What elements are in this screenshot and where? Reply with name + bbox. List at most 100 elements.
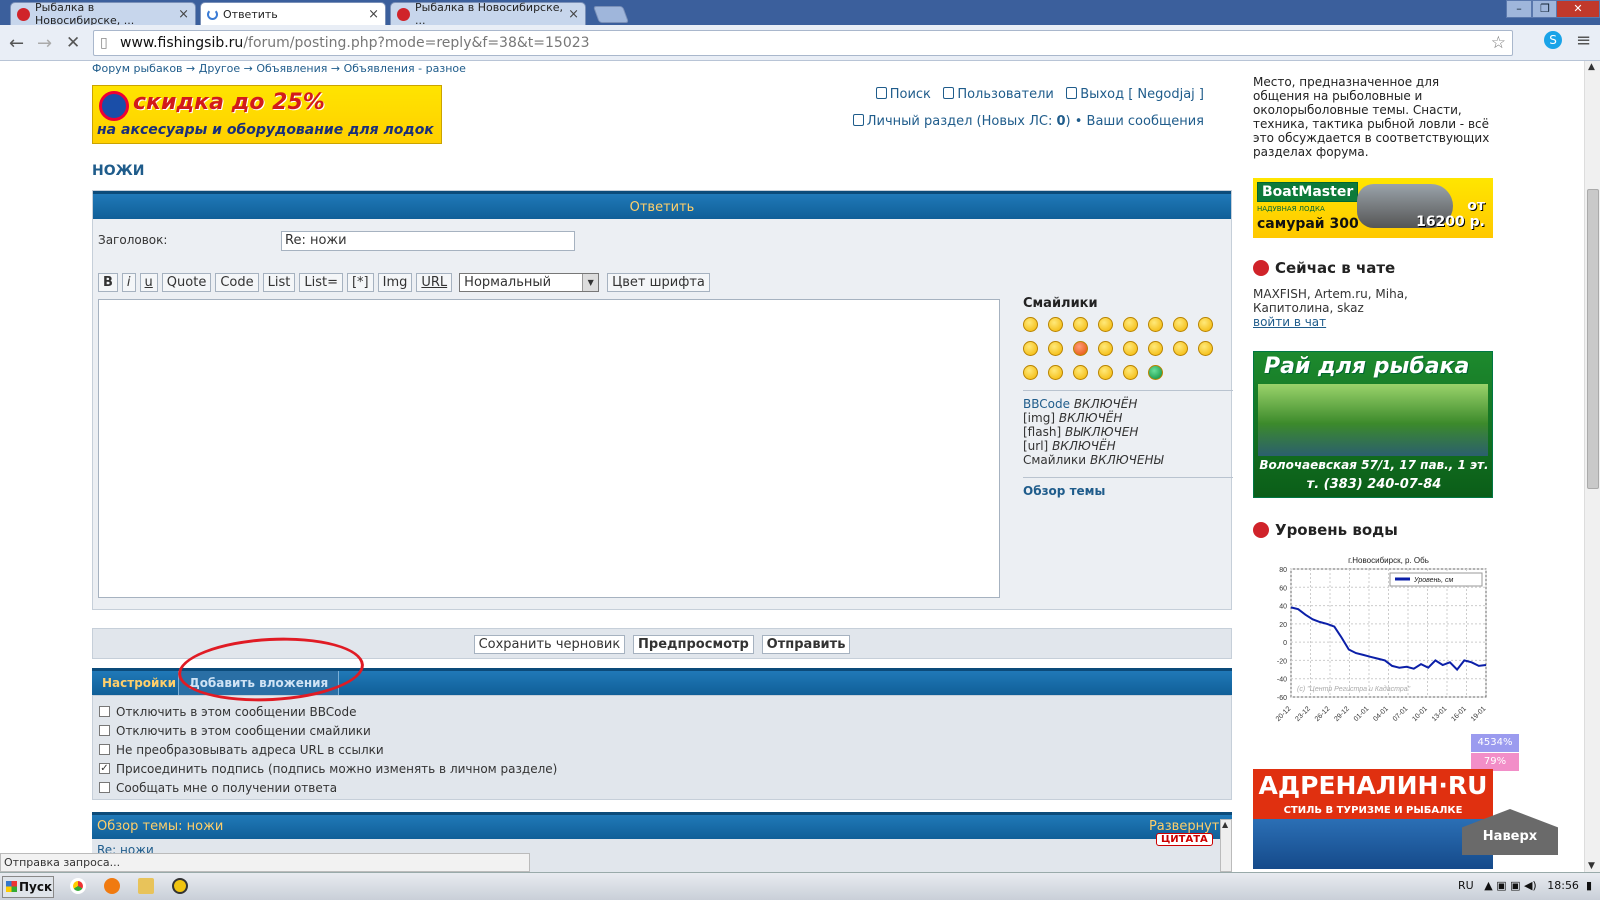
checkbox[interactable] (99, 744, 110, 755)
option-disable-bbcode[interactable]: Отключить в этом сообщении BBCode (93, 702, 1231, 721)
chart-annotation: (c) "Центр Регистра и Кадастра" (1297, 685, 1411, 693)
users-link[interactable]: Пользователи (943, 87, 1054, 102)
address-bar[interactable]: ▯ www.fishingsib.ru/forum/posting.php?mo… (93, 30, 1513, 56)
option-attach-signature[interactable]: ✓ Присоединить подпись (подпись можно изм… (93, 759, 1231, 778)
smiley-question-icon[interactable] (1048, 365, 1063, 380)
smiley-eek-icon[interactable] (1123, 317, 1138, 332)
browser-tab-1[interactable]: Рыбалка в Новосибирске, ... × (10, 1, 196, 27)
topic-title[interactable]: НОЖИ (92, 163, 144, 179)
personal-section-link[interactable]: Личный раздел (Новых ЛС: 0) (852, 114, 1071, 129)
my-posts-link[interactable]: Ваши сообщения (1087, 114, 1204, 129)
app-taskbar-icon[interactable] (172, 878, 188, 894)
forward-arrow-icon[interactable]: → (37, 33, 52, 54)
smiley-evil-icon[interactable] (1123, 341, 1138, 356)
minimize-window-button[interactable]: – (1506, 0, 1532, 18)
smiley-idea-icon[interactable] (1073, 365, 1088, 380)
y-tick-label: 20 (1279, 622, 1287, 629)
ordered-list-button[interactable]: List= (299, 273, 343, 292)
smiley-razz-icon[interactable] (1048, 341, 1063, 356)
logout-link[interactable]: Выход [ Negodjaj ] (1066, 87, 1204, 102)
italic-button[interactable]: i (121, 273, 136, 292)
smiley-surprised-icon[interactable] (1098, 317, 1113, 332)
chrome-taskbar-icon[interactable] (70, 878, 86, 894)
url-button[interactable]: URL (416, 273, 453, 292)
font-color-button[interactable]: Цвет шрифта (607, 273, 710, 292)
join-chat-link[interactable]: войти в чат (1253, 315, 1493, 329)
boatmaster-banner[interactable]: BoatMaster НАДУВНАЯ ЛОДКА самурай 300 от… (1253, 178, 1493, 238)
search-link[interactable]: Поиск (875, 87, 931, 102)
image-button[interactable]: Img (377, 273, 413, 292)
rai-dlya-rybaka-banner[interactable]: Рай для рыбака Волочаевская 57/1, 17 пав… (1253, 351, 1493, 498)
maximize-window-button[interactable]: ❐ (1532, 0, 1558, 18)
checkbox[interactable] (99, 782, 110, 793)
submit-button[interactable]: Отправить (761, 635, 851, 654)
smiley-arrow-icon[interactable] (1098, 365, 1113, 380)
firefox-taskbar-icon[interactable] (104, 878, 120, 894)
smiley-sad-icon[interactable] (1073, 317, 1088, 332)
checkbox[interactable] (99, 725, 110, 736)
smiley-rolleyes-icon[interactable] (1173, 341, 1188, 356)
smiley-laugh-icon[interactable] (1023, 317, 1038, 332)
tab-settings[interactable]: Настройки (92, 671, 186, 695)
scrollbar-thumb[interactable] (1587, 189, 1599, 489)
code-button[interactable]: Code (215, 273, 259, 292)
quote-button[interactable]: Quote (161, 273, 212, 292)
adrenalin-banner[interactable]: АДРЕНАЛИН·RU СТИЛЬ В ТУРИЗМЕ И РЫБАЛКЕ (1253, 769, 1493, 869)
start-button[interactable]: Пуск (2, 876, 54, 898)
close-window-button[interactable]: ✕ (1556, 0, 1600, 18)
smiley-confused-icon[interactable] (1148, 317, 1163, 332)
smiley-cry-icon[interactable] (1123, 365, 1138, 380)
message-textarea[interactable] (98, 299, 1000, 598)
back-arrow-icon[interactable]: ← (9, 33, 24, 54)
option-no-url-parse[interactable]: Не преобразовывать адреса URL в ссылки (93, 740, 1231, 759)
smiley-exclaim-icon[interactable] (1023, 365, 1038, 380)
smiley-mad-icon[interactable] (1023, 341, 1038, 356)
browser-menu-icon[interactable]: ≡ (1576, 30, 1591, 51)
smiley-wink-icon[interactable] (1198, 341, 1213, 356)
explorer-folder-icon[interactable] (138, 878, 154, 894)
scroll-up-icon[interactable]: ▲ (1222, 820, 1228, 829)
new-tab-button[interactable] (592, 6, 630, 23)
language-indicator[interactable]: RU (1458, 879, 1474, 892)
skype-extension-icon[interactable]: S (1544, 31, 1562, 49)
browser-tab-2[interactable]: Ответить × (200, 2, 386, 25)
smiley-neutral-icon[interactable] (1098, 341, 1113, 356)
smiley-mrgreen-icon[interactable] (1148, 365, 1163, 380)
smiley-cool-icon[interactable] (1173, 317, 1188, 332)
subject-input[interactable]: Re: ножи (281, 231, 575, 251)
browser-tab-3[interactable]: Рыбалка в Новосибирске, ... × (390, 1, 586, 27)
list-item-button[interactable]: [*] (346, 273, 374, 292)
x-tick-label: 13-01 (1431, 705, 1449, 723)
option-notify-reply[interactable]: Сообщать мне о получении ответа (93, 778, 1231, 797)
discount-banner[interactable]: скидка до 25% на аксесуары и оборудовани… (92, 85, 442, 144)
breadcrumb[interactable]: Форум рыбаков → Другое → Объявления → Об… (92, 62, 466, 75)
option-disable-smileys[interactable]: Отключить в этом сообщении смайлики (93, 721, 1231, 740)
scroll-down-icon[interactable]: ▼ (1588, 861, 1595, 871)
font-size-select[interactable]: Нормальный ▼ (459, 273, 600, 292)
topic-review-link[interactable]: Обзор темы (1023, 484, 1233, 498)
save-draft-button[interactable]: Сохранить черновик (473, 635, 626, 654)
rai-title: Рай для рыбака (1264, 354, 1470, 379)
list-button[interactable]: List (262, 273, 296, 292)
smiley-twisted-icon[interactable] (1148, 341, 1163, 356)
close-tab-icon[interactable]: × (178, 7, 189, 22)
scroll-up-icon[interactable]: ▲ (1588, 62, 1595, 72)
close-tab-icon[interactable]: × (568, 7, 579, 22)
quote-button[interactable]: ЦИТАТА (1156, 833, 1213, 846)
tab-title: Рыбалка в Новосибирске, ... (35, 1, 135, 27)
page-scrollbar[interactable]: ▲ ▼ (1584, 61, 1600, 872)
preview-button[interactable]: Предпросмотр (633, 635, 754, 654)
checkbox[interactable] (99, 706, 110, 717)
review-scrollbar[interactable]: ▲ (1220, 819, 1232, 872)
close-tab-icon[interactable]: × (368, 7, 379, 22)
smiley-smile-icon[interactable] (1048, 317, 1063, 332)
bookmark-star-icon[interactable]: ☆ (1491, 31, 1506, 55)
tray-icons[interactable]: ▲ ▣ ▣ ◀) (1484, 879, 1537, 892)
underline-button[interactable]: u (139, 273, 158, 292)
bold-button[interactable]: B (98, 273, 118, 292)
checkbox-checked[interactable]: ✓ (99, 763, 110, 774)
smiley-lol-icon[interactable] (1198, 317, 1213, 332)
stop-loading-icon[interactable]: ✕ (66, 33, 80, 53)
smiley-angry-icon[interactable] (1073, 341, 1088, 356)
show-desktop-icon[interactable]: ▮ (1586, 879, 1592, 892)
